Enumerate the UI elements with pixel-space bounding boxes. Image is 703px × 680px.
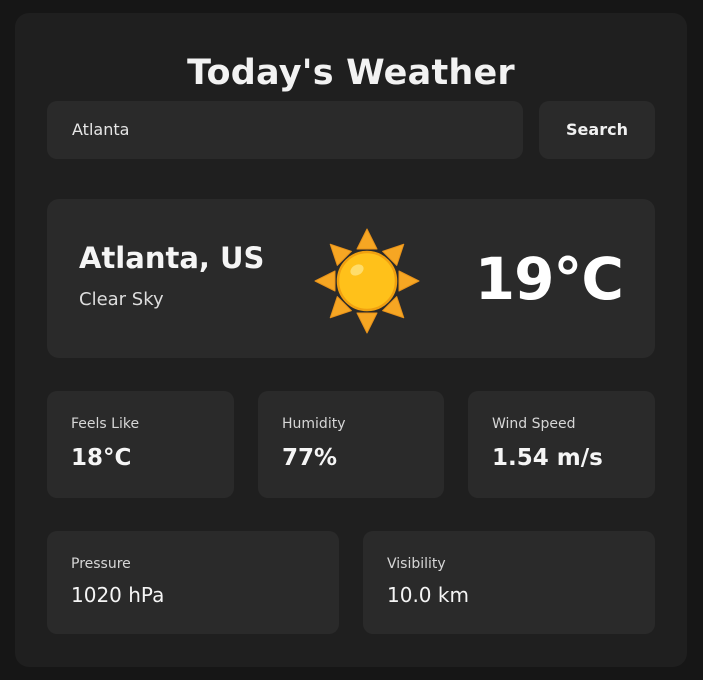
weather-app: Today's Weather Atlanta Search Atlanta, … xyxy=(15,13,687,667)
search-input[interactable]: Atlanta xyxy=(47,101,523,159)
search-button[interactable]: Search xyxy=(539,101,655,159)
visibility-value: 10.0 km xyxy=(387,583,469,607)
pressure-value: 1020 hPa xyxy=(71,583,165,607)
pressure-card: Pressure 1020 hPa xyxy=(47,531,339,634)
feels-like-value: 18°C xyxy=(71,445,132,471)
humidity-card: Humidity 77% xyxy=(258,391,444,498)
location-name: Atlanta, US xyxy=(79,241,265,275)
humidity-label: Humidity xyxy=(282,416,346,432)
wind-speed-label: Wind Speed xyxy=(492,416,576,432)
feels-like-card: Feels Like 18°C xyxy=(47,391,234,498)
sun-icon xyxy=(314,228,420,334)
pressure-label: Pressure xyxy=(71,556,131,572)
visibility-label: Visibility xyxy=(387,556,446,572)
wind-speed-value: 1.54 m/s xyxy=(492,445,603,471)
current-weather-card: Atlanta, US Clear Sky 19°C xyxy=(47,199,655,358)
wind-speed-card: Wind Speed 1.54 m/s xyxy=(468,391,655,498)
weather-description: Clear Sky xyxy=(79,289,164,310)
humidity-value: 77% xyxy=(282,445,338,471)
feels-like-label: Feels Like xyxy=(71,416,140,432)
current-temperature: 19°C xyxy=(474,245,624,313)
visibility-card: Visibility 10.0 km xyxy=(363,531,655,634)
page-title: Today's Weather xyxy=(187,53,515,93)
